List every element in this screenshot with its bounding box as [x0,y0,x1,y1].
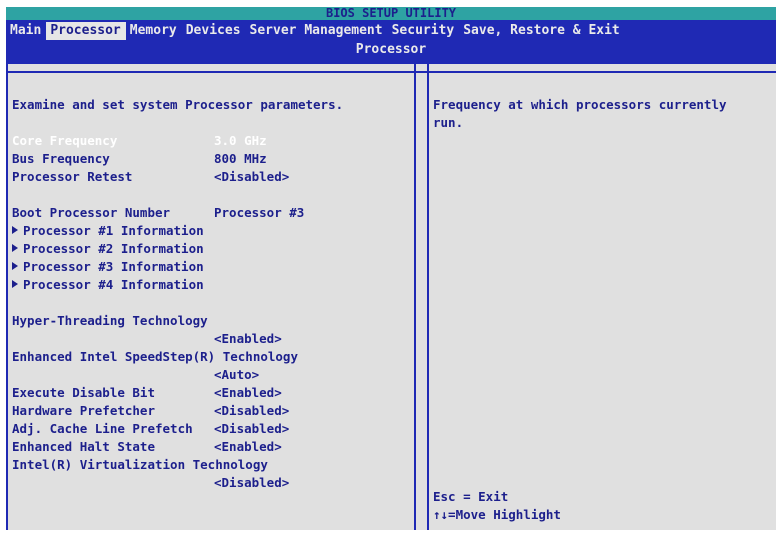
setting-value: <Auto> [214,367,260,382]
setting-value: <Enabled> [214,331,282,346]
setting-label: Hardware Prefetcher [12,403,155,418]
submenu-processor-2-information[interactable]: Processor #2 Information [12,240,412,258]
menu-memory[interactable]: Memory [126,22,182,40]
setting-value: <Disabled> [214,475,290,490]
frame-divider-line-1 [414,62,416,530]
app-title: BIOS SETUP UTILITY [325,6,457,20]
key-legend: Esc = Exit ↑↓=Move Highlight [433,488,763,524]
setting-enhanced-halt-state[interactable]: Enhanced Halt State <Enabled> [12,438,412,456]
key-move-highlight: ↑↓=Move Highlight [433,507,561,522]
setting-label: Adj. Cache Line Prefetch [12,421,193,436]
setting-label: Bus Frequency [12,151,110,166]
setting-value: <Enabled> [214,439,282,454]
submenu-arrow-icon [12,244,18,252]
setting-core-frequency[interactable]: Core Frequency 3.0 GHz [12,132,412,150]
menu-save-restore-exit[interactable]: Save, Restore & Exit [459,22,625,40]
setting-bus-frequency[interactable]: Bus Frequency 800 MHz [12,150,412,168]
setting-label: Intel(R) Virtualization Technology [12,457,268,472]
setting-virtualization[interactable]: Intel(R) Virtualization Technology [12,456,412,474]
setting-label: Processor Retest [12,169,133,184]
key-esc-exit: Esc = Exit [433,489,509,504]
menu-bar: Main Processor Memory Devices Server Managem… [6,20,776,62]
setting-label: Boot Processor Number [12,205,171,220]
setting-value: <Disabled> [214,169,290,184]
menu-devices[interactable]: Devices [182,22,246,40]
setting-boot-processor-number[interactable]: Boot Processor Number Processor #3 [12,204,412,222]
setting-adj-cache-line-prefetch[interactable]: Adj. Cache Line Prefetch <Disabled> [12,420,412,438]
menu-server-management[interactable]: Server Management [246,22,388,40]
submenu-processor-4-information[interactable]: Processor #4 Information [12,276,412,294]
setting-hyper-threading-value[interactable]: <Enabled> [12,330,412,348]
setting-value: <Disabled> [214,403,290,418]
setting-label: Core Frequency [12,133,118,148]
settings-list: Examine and set system Processor paramet… [12,96,412,492]
submenu-arrow-icon [12,280,18,288]
setting-value: 800 MHz [214,151,267,166]
menu-processor[interactable]: Processor [46,22,126,40]
menu-main[interactable]: Main [6,22,46,40]
frame-left-line [6,62,8,530]
submenu-processor-3-information[interactable]: Processor #3 Information [12,258,412,276]
setting-label: Hyper-Threading Technology [12,313,208,328]
setting-label: Execute Disable Bit [12,385,155,400]
frame-top-inner-line [6,71,776,73]
setting-speedstep[interactable]: Enhanced Intel SpeedStep(R) Technology [12,348,412,366]
help-text: Frequency at which processors currently … [433,97,727,130]
intro-text: Examine and set system Processor paramet… [12,97,344,112]
setting-execute-disable-bit[interactable]: Execute Disable Bit <Enabled> [12,384,412,402]
setting-value: <Disabled> [214,421,290,436]
bios-title-bar: BIOS SETUP UTILITY [6,7,776,20]
submenu-processor-1-information[interactable]: Processor #1 Information [12,222,412,240]
submenu-arrow-icon [12,262,18,270]
setting-value: 3.0 GHz [214,133,267,148]
menu-security[interactable]: Security [388,22,460,40]
setting-value: Processor #3 [214,205,305,220]
help-panel [415,62,776,530]
setting-hyper-threading[interactable]: Hyper-Threading Technology [12,312,412,330]
submenu-arrow-icon [12,226,18,234]
setting-label: Enhanced Halt State [12,439,155,454]
page-title: Processor [355,42,427,57]
setting-speedstep-value[interactable]: <Auto> [12,366,412,384]
setting-virtualization-value[interactable]: <Disabled> [12,474,412,492]
setting-processor-retest[interactable]: Processor Retest <Disabled> [12,168,412,186]
setting-value: <Enabled> [214,385,282,400]
setting-label: Enhanced Intel SpeedStep(R) Technology [12,349,298,364]
frame-divider-line-2 [427,62,429,530]
setting-hardware-prefetcher[interactable]: Hardware Prefetcher <Disabled> [12,402,412,420]
frame-top-line [6,62,776,64]
